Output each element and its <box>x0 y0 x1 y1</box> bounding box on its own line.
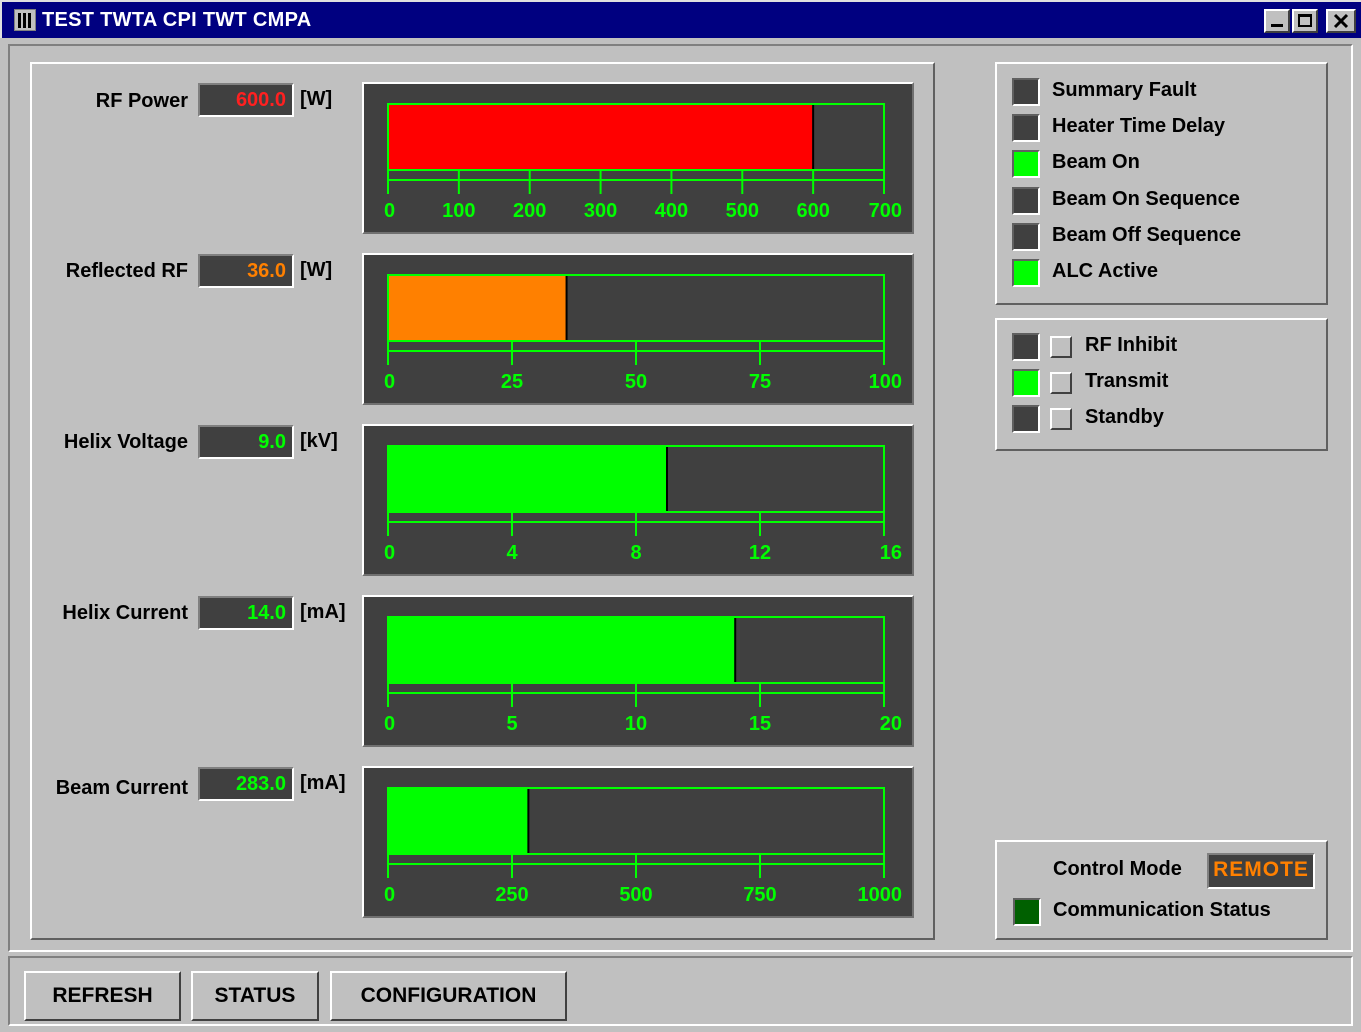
configuration-button[interactable]: CONFIGURATION <box>330 971 567 1021</box>
minimize-icon <box>1271 24 1283 27</box>
control-mode-value: REMOTE <box>1207 853 1315 889</box>
scale-tick-label: 1000 <box>858 884 903 906</box>
meter-label: Helix Voltage <box>63 431 188 453</box>
meter-label: Beam Current <box>55 777 188 799</box>
status-label: ALC Active <box>1052 260 1158 282</box>
scale-tick-label: 0 <box>384 713 395 735</box>
scale-tick-label: 300 <box>584 200 617 222</box>
scale-tick-label: 700 <box>869 200 902 222</box>
scale-tick-label: 50 <box>625 371 647 393</box>
bar-gauge: 0 5 10 15 20 <box>362 595 914 747</box>
scale-tick-label: 0 <box>384 884 395 906</box>
control-mode-label: Control Mode <box>1053 858 1182 880</box>
scale-tick-label: 25 <box>501 371 523 393</box>
scale-tick-label: 8 <box>630 542 641 564</box>
window-title: TEST TWTA CPI TWT CMPA <box>42 9 312 31</box>
scale-tick-label: 600 <box>796 200 829 222</box>
meter-readout: 36.0 <box>198 254 294 288</box>
meter-readout: 9.0 <box>198 425 294 459</box>
status-led <box>1012 114 1040 142</box>
control-label: Transmit <box>1085 370 1169 392</box>
scale-tick-label: 10 <box>625 713 647 735</box>
scale-tick-label: 20 <box>880 713 902 735</box>
bar-fill <box>389 618 735 682</box>
status-label: Beam Off Sequence <box>1052 224 1241 246</box>
control-label: Standby <box>1085 406 1164 428</box>
scale-tick-label: 16 <box>880 542 902 564</box>
meter-unit: [mA] <box>300 601 346 623</box>
bar-gauge: 0 100 200 300 400 500 600 700 <box>362 82 914 234</box>
control-toggle-button[interactable] <box>1050 408 1072 430</box>
meter-label: Reflected RF <box>65 260 188 282</box>
bar-gauge-svg: 0 250 500 750 1000 <box>384 787 903 906</box>
scale-tick-label: 15 <box>749 713 771 735</box>
bar-gauge: 0 250 500 750 1000 <box>362 766 914 918</box>
status-button[interactable]: STATUS <box>191 971 319 1021</box>
scale-tick-label: 750 <box>743 884 776 906</box>
meter-readout: 600.0 <box>198 83 294 117</box>
meter-unit: [W] <box>300 88 333 110</box>
control-led <box>1012 405 1040 433</box>
minimize-button[interactable] <box>1264 9 1290 33</box>
title-bar: TEST TWTA CPI TWT CMPA <box>0 0 1361 38</box>
refresh-button[interactable]: REFRESH <box>24 971 181 1021</box>
scale-tick-label: 500 <box>726 200 759 222</box>
scale-tick-label: 400 <box>655 200 688 222</box>
bar-gauge-svg: 0 25 50 75 100 <box>384 274 902 393</box>
close-button[interactable] <box>1326 9 1356 33</box>
maximize-icon <box>1298 14 1312 27</box>
bar-gauge-svg: 0 5 10 15 20 <box>384 616 902 735</box>
control-toggle-button[interactable] <box>1050 336 1072 358</box>
meter-label: RF Power <box>95 90 188 112</box>
scale-tick-label: 0 <box>384 200 395 222</box>
scale-tick-label: 100 <box>869 371 902 393</box>
communication-status-led <box>1013 898 1041 926</box>
meter-unit: [mA] <box>300 772 346 794</box>
bar-gauge-svg: 0 4 8 12 16 <box>384 445 902 564</box>
scale-tick-label: 0 <box>384 371 395 393</box>
bar-fill <box>389 105 813 169</box>
meter-readout: 283.0 <box>198 767 294 801</box>
bar-fill <box>389 447 667 511</box>
control-label: RF Inhibit <box>1085 334 1178 356</box>
scale-tick-label: 100 <box>442 200 475 222</box>
status-led <box>1012 259 1040 287</box>
status-label: Beam On Sequence <box>1052 188 1240 210</box>
control-toggle-button[interactable] <box>1050 372 1072 394</box>
status-led <box>1012 187 1040 215</box>
status-led <box>1012 223 1040 251</box>
bar-gauge: 0 4 8 12 16 <box>362 424 914 576</box>
scale-tick-label: 500 <box>619 884 652 906</box>
meter-unit: [kV] <box>300 430 338 452</box>
status-label: Heater Time Delay <box>1052 115 1226 137</box>
scale-tick-label: 200 <box>513 200 546 222</box>
control-led <box>1012 333 1040 361</box>
scale-tick-label: 12 <box>749 542 771 564</box>
meter-unit: [W] <box>300 259 333 281</box>
meter-readout: 14.0 <box>198 596 294 630</box>
control-mode-panel: Control Mode REMOTE Communication Status <box>995 840 1328 940</box>
maximize-button[interactable] <box>1292 9 1318 33</box>
control-led <box>1012 369 1040 397</box>
scale-tick-label: 4 <box>506 542 518 564</box>
communication-status-label: Communication Status <box>1053 899 1271 921</box>
scale-tick-label: 250 <box>495 884 528 906</box>
bar-fill <box>389 789 529 853</box>
scale-tick-label: 0 <box>384 542 395 564</box>
status-label: Beam On <box>1052 151 1140 173</box>
meter-label: Helix Current <box>62 602 188 624</box>
status-led <box>1012 150 1040 178</box>
close-icon <box>1332 12 1350 30</box>
status-led <box>1012 78 1040 106</box>
bar-fill <box>389 276 567 340</box>
app-icon[interactable] <box>14 9 36 31</box>
status-label: Summary Fault <box>1052 79 1197 101</box>
bar-gauge-svg: 0 100 200 300 400 500 600 700 <box>384 103 902 222</box>
scale-tick-label: 75 <box>749 371 771 393</box>
bar-gauge: 0 25 50 75 100 <box>362 253 914 405</box>
scale-tick-label: 5 <box>506 713 517 735</box>
